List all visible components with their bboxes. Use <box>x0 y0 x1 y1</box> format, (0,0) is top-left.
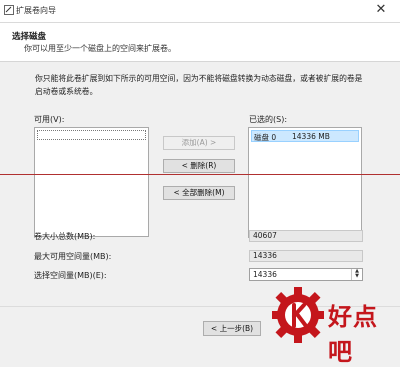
close-button[interactable]: ✕ <box>372 2 390 18</box>
selected-disks-list[interactable]: 磁盘 0 14336 MB <box>248 127 362 238</box>
list-focus-box <box>37 130 146 140</box>
red-divider-line <box>0 174 400 175</box>
select-space-label: 选择空间量(MB)(E): <box>34 271 107 280</box>
wizard-icon <box>4 5 14 15</box>
watermark-text: 好点吧 <box>328 303 378 366</box>
description-text: 你只能将此卷扩展到如下所示的可用空间，因为不能将磁盘转换为动态磁盘，或者被扩展的… <box>35 74 363 96</box>
max-space-label: 最大可用空间量(MB): <box>34 252 112 261</box>
watermark: 好点吧 <box>268 283 400 366</box>
add-button[interactable]: 添加(A) > <box>163 136 235 150</box>
available-label: 可用(V): <box>34 115 65 124</box>
stepper-arrows[interactable]: ▲ ▼ <box>351 269 362 280</box>
back-button[interactable]: < 上一步(B) <box>203 321 261 336</box>
title-bar: 扩展卷向导 ✕ <box>0 0 400 23</box>
total-size-label: 卷大小总数(MB): <box>34 232 96 241</box>
space-amount-value: 14336 <box>253 270 277 279</box>
total-size-field: 40607 <box>249 230 363 242</box>
page-subtitle: 你可以用至少一个磁盘上的空间来扩展卷。 <box>24 44 176 53</box>
page-title: 选择磁盘 <box>12 32 47 42</box>
gear-logo-icon <box>272 287 324 343</box>
remove-all-button[interactable]: < 全部删除(M) <box>163 186 235 200</box>
max-space-field: 14336 <box>249 250 363 262</box>
selected-label: 已选的(S): <box>249 115 288 124</box>
window-title: 扩展卷向导 <box>16 6 56 15</box>
disk-size: 14336 MB <box>292 132 330 141</box>
list-item[interactable]: 磁盘 0 14336 MB <box>251 130 359 142</box>
stepper-down-icon[interactable]: ▼ <box>352 274 362 279</box>
available-disks-list[interactable] <box>34 127 149 237</box>
wizard-header: 选择磁盘 你可以用至少一个磁盘上的空间来扩展卷。 <box>0 23 400 62</box>
disk-name: 磁盘 0 <box>254 133 277 142</box>
remove-button[interactable]: < 删除(R) <box>163 159 235 173</box>
space-amount-stepper[interactable]: 14336 ▲ ▼ <box>249 268 363 281</box>
